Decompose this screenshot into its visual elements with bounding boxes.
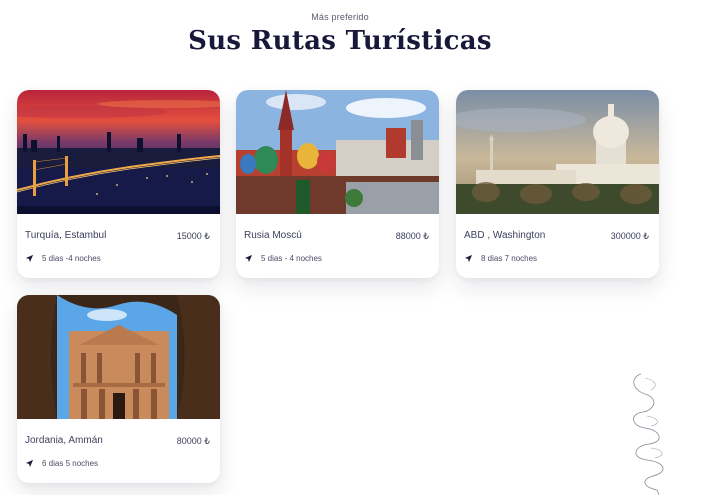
tour-duration-text: 6 dias 5 noches xyxy=(42,459,99,468)
tour-price: 80000 ₺ xyxy=(176,436,210,446)
section-title: Sus Rutas Turísticas xyxy=(188,26,492,56)
tour-name: Jordania, Ammán xyxy=(25,435,103,446)
tour-duration: 6 dias 5 noches xyxy=(25,459,98,468)
tour-card[interactable]: ABD , Washington 300000 ₺ 8 dias 7 noche… xyxy=(456,90,659,278)
navigation-arrow-icon xyxy=(464,254,473,263)
eyebrow-text: Más preferido xyxy=(311,12,369,22)
spiral-line-icon xyxy=(633,373,664,495)
tour-duration-text: 5 dias - 4 noches xyxy=(261,254,322,263)
tour-photo-washington xyxy=(456,90,659,214)
tour-photo-moscow xyxy=(236,90,439,214)
tour-card[interactable]: Rusia Moscú 88000 ₺ 5 dias - 4 noches xyxy=(236,90,439,278)
tour-duration: 5 dias -4 noches xyxy=(25,254,101,263)
tour-duration-text: 5 dias -4 noches xyxy=(42,254,101,263)
navigation-arrow-icon xyxy=(244,254,253,263)
tour-card[interactable]: Turquía, Estambul 15000 ₺ 5 dias -4 noch… xyxy=(17,90,220,278)
tour-name: Turquía, Estambul xyxy=(25,230,107,241)
tour-price: 300000 ₺ xyxy=(610,231,649,241)
tour-name: ABD , Washington xyxy=(464,230,546,241)
tour-duration: 5 dias - 4 noches xyxy=(244,254,322,263)
navigation-arrow-icon xyxy=(25,459,34,468)
tour-duration-text: 8 dias 7 noches xyxy=(481,254,538,263)
navigation-arrow-icon xyxy=(25,254,34,263)
tour-card[interactable]: Jordania, Ammán 80000 ₺ 6 dias 5 noches xyxy=(17,295,220,483)
tour-price: 15000 ₺ xyxy=(176,231,210,241)
tour-price: 88000 ₺ xyxy=(395,231,429,241)
tour-name: Rusia Moscú xyxy=(244,230,302,241)
tour-photo-petra xyxy=(17,295,220,419)
tour-photo-istanbul xyxy=(17,90,220,214)
tour-duration: 8 dias 7 noches xyxy=(464,254,537,263)
